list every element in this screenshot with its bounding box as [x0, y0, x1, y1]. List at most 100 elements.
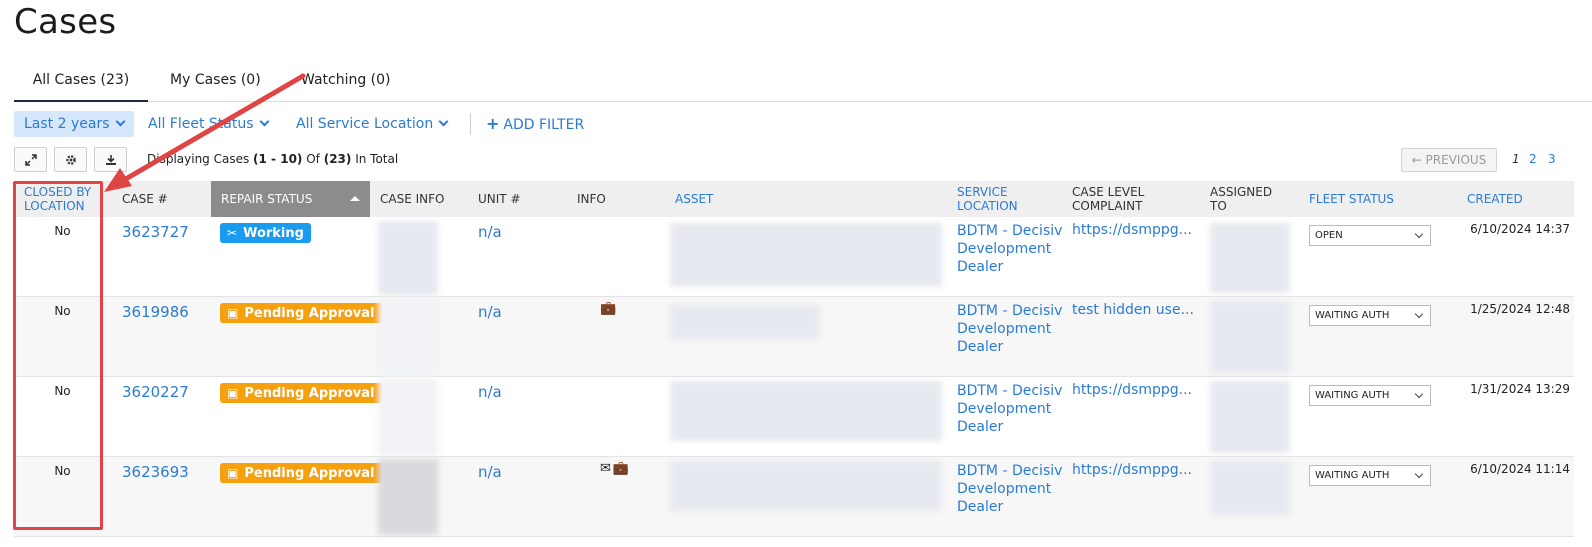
tab-watching[interactable]: Watching (0) — [301, 72, 391, 102]
table-row[interactable]: No 3620227 ▣ Pending Approval n/a BDTM - … — [14, 377, 1574, 457]
col-assigned-to[interactable]: ASSIGNED TO — [1210, 181, 1290, 217]
tab-all-cases[interactable]: All Cases (23) — [14, 72, 148, 102]
grid-toolbar: Displaying Cases (1 - 10) Of (23) In Tot… — [14, 147, 1574, 172]
created-date: 6/10/2024 14:37 — [1470, 222, 1570, 236]
service-location-link[interactable]: BDTM - Decisiv Development Dealer — [957, 462, 1063, 516]
unit-number-link[interactable]: n/a — [478, 383, 502, 401]
complaint-link[interactable]: test hidden use... — [1072, 302, 1196, 318]
case-number-link[interactable]: 3623727 — [122, 223, 189, 241]
closed-by-location-value: No — [54, 224, 71, 238]
page-1-link[interactable]: 1 — [1512, 152, 1520, 166]
assigned-to-redacted — [1210, 223, 1290, 293]
unit-number-link[interactable]: n/a — [478, 223, 502, 241]
chevron-down-icon — [1414, 389, 1424, 399]
asset-redacted — [670, 381, 942, 441]
col-service-location[interactable]: SERVICE LOCATION — [957, 181, 1037, 217]
assigned-to-redacted — [1210, 461, 1290, 515]
chevron-down-icon — [1414, 309, 1424, 319]
col-created[interactable]: CREATED — [1467, 181, 1523, 217]
briefcase-icon: 💼 — [600, 301, 619, 316]
page-2-link[interactable]: 2 — [1529, 152, 1537, 166]
plus-icon: + — [486, 114, 500, 133]
table-row[interactable]: No 3619986 ▣ Pending Approval n/a 💼 BDTM … — [14, 297, 1574, 377]
chevron-down-icon — [259, 116, 269, 127]
assigned-to-redacted — [1210, 381, 1290, 453]
col-asset[interactable]: ASSET — [675, 181, 713, 217]
closed-by-location-value: No — [54, 304, 71, 318]
asset-redacted — [670, 305, 820, 339]
chevron-down-icon — [1414, 229, 1424, 239]
repair-status-badge: ▣ Pending Approval — [220, 383, 382, 403]
case-tabs: All Cases (23) My Cases (0) Watching (0) — [14, 64, 1592, 102]
add-filter-button[interactable]: + ADD FILTER — [486, 111, 584, 137]
col-case-level-complaint[interactable]: CASE LEVEL COMPLAINT — [1072, 181, 1162, 217]
expand-icon — [24, 153, 37, 166]
fleet-status-label: All Fleet Status — [148, 116, 254, 132]
fleet-status-select[interactable]: WAITING AUTH — [1309, 305, 1431, 326]
clipboard-icon: ▣ — [227, 306, 239, 320]
chevron-down-icon — [115, 116, 125, 127]
closed-by-location-value: No — [54, 464, 71, 478]
page-3-link[interactable]: 3 — [1548, 152, 1556, 166]
closed-by-location-value: No — [54, 384, 71, 398]
case-number-link[interactable]: 3620227 — [122, 383, 189, 401]
complaint-link[interactable]: https://dsmppg... — [1072, 382, 1196, 398]
page-title: Cases — [14, 2, 117, 42]
complaint-link[interactable]: https://dsmppg... — [1072, 462, 1196, 478]
fleet-status-select[interactable]: OPEN — [1309, 225, 1431, 246]
col-closed-by-location[interactable]: CLOSED BY LOCATION — [24, 181, 109, 217]
created-date: 6/10/2024 11:14 — [1470, 462, 1570, 476]
unit-number-link[interactable]: n/a — [478, 463, 502, 481]
service-location-filter[interactable]: All Service Location — [296, 111, 449, 137]
service-location-link[interactable]: BDTM - Decisiv Development Dealer — [957, 382, 1063, 436]
complaint-link[interactable]: https://dsmppg... — [1072, 222, 1196, 238]
display-count: Displaying Cases (1 - 10) Of (23) In Tot… — [147, 152, 399, 166]
table-row[interactable]: No 3623693 ▣ Pending Approval n/a ✉💼 BDTM… — [14, 457, 1574, 537]
col-fleet-status[interactable]: FLEET STATUS — [1309, 181, 1394, 217]
repair-status-badge: ▣ Pending Approval — [220, 463, 382, 483]
col-unit-number[interactable]: UNIT # — [478, 181, 521, 217]
repair-status-badge: ▣ Pending Approval — [220, 303, 382, 323]
date-range-label: Last 2 years — [24, 116, 110, 132]
repair-status-badge: ✂ Working — [220, 223, 311, 243]
date-range-filter[interactable]: Last 2 years — [14, 111, 134, 137]
expand-button[interactable] — [14, 147, 47, 172]
col-case-number[interactable]: CASE # — [122, 181, 168, 217]
download-button[interactable] — [94, 147, 127, 172]
service-location-link[interactable]: BDTM - Decisiv Development Dealer — [957, 222, 1063, 276]
table-row[interactable]: No 3623727 ✂ Working n/a BDTM - Decisiv D… — [14, 217, 1574, 297]
fleet-status-select[interactable]: WAITING AUTH — [1309, 465, 1431, 486]
case-info-redacted — [378, 299, 438, 375]
clipboard-icon: ▣ — [227, 466, 239, 480]
mail-briefcase-icons: ✉💼 — [600, 461, 632, 476]
case-info-redacted — [378, 379, 438, 455]
download-icon — [105, 154, 116, 165]
gear-icon — [65, 154, 76, 165]
case-number-link[interactable]: 3623693 — [122, 463, 189, 481]
case-number-link[interactable]: 3619986 — [122, 303, 189, 321]
filter-divider — [470, 113, 471, 135]
case-info-redacted — [378, 221, 438, 295]
chevron-down-icon — [1414, 469, 1424, 479]
tab-my-cases[interactable]: My Cases (0) — [170, 72, 261, 102]
col-repair-status[interactable]: REPAIR STATUS — [211, 181, 370, 217]
service-location-label: All Service Location — [296, 116, 434, 132]
previous-page-button[interactable]: ← PREVIOUS — [1401, 148, 1497, 172]
col-info[interactable]: INFO — [577, 181, 606, 217]
case-info-redacted — [378, 459, 438, 535]
settings-button[interactable] — [54, 147, 87, 172]
fleet-status-select[interactable]: WAITING AUTH — [1309, 385, 1431, 406]
service-location-link[interactable]: BDTM - Decisiv Development Dealer — [957, 302, 1063, 356]
sort-ascending-icon — [350, 196, 360, 201]
clipboard-icon: ▣ — [227, 386, 239, 400]
asset-redacted — [670, 461, 942, 511]
table-header: CLOSED BY LOCATION CASE # REPAIR STATUS … — [14, 181, 1574, 217]
fleet-status-filter[interactable]: All Fleet Status — [148, 111, 269, 137]
created-date: 1/31/2024 13:29 — [1470, 382, 1570, 396]
col-case-info[interactable]: CASE INFO — [380, 181, 444, 217]
created-date: 1/25/2024 12:48 — [1470, 302, 1570, 316]
asset-redacted — [670, 223, 942, 287]
unit-number-link[interactable]: n/a — [478, 303, 502, 321]
chevron-down-icon — [438, 116, 449, 127]
assigned-to-redacted — [1210, 301, 1290, 373]
